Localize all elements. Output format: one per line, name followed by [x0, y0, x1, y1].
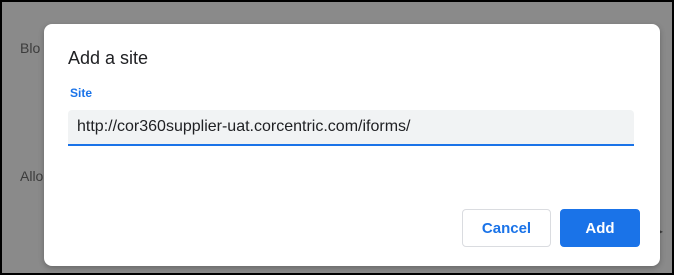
site-field-container: [68, 110, 634, 146]
browser-settings-backdrop: Blo Allo ▸ Add a site Site Cancel Add: [0, 0, 674, 275]
allowed-section-label: Allo: [20, 168, 44, 184]
site-input[interactable]: [68, 110, 634, 144]
blocked-section-label: Blo: [20, 40, 41, 56]
site-field-label: Site: [70, 86, 93, 100]
add-site-dialog: Add a site Site Cancel Add: [44, 24, 660, 266]
cancel-button[interactable]: Cancel: [462, 209, 551, 247]
add-button[interactable]: Add: [560, 209, 640, 247]
dialog-title: Add a site: [68, 48, 149, 68]
